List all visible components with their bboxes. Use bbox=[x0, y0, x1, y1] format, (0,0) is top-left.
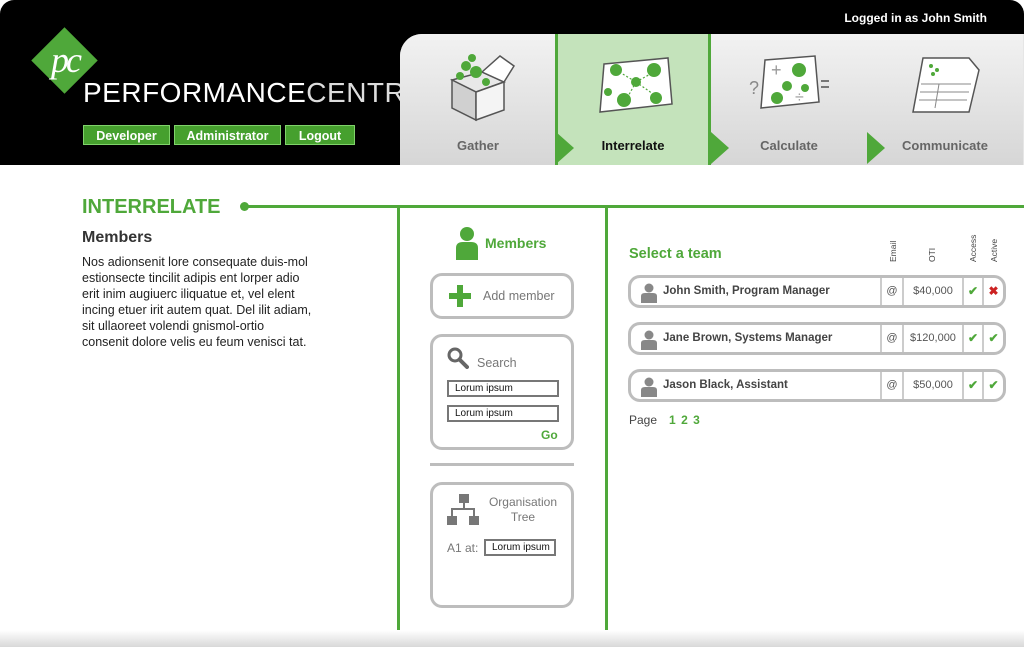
email-cell[interactable]: @ bbox=[880, 325, 902, 352]
org-tree-label: Organisation Tree bbox=[488, 495, 558, 524]
tab-interrelate[interactable]: Interrelate bbox=[555, 34, 711, 165]
tab-gather[interactable]: Gather bbox=[400, 34, 556, 165]
calculate-icon: ? + ÷ bbox=[749, 55, 829, 109]
column-divider bbox=[605, 205, 608, 647]
pagination: Page 1 2 3 bbox=[629, 413, 700, 427]
search-label: Search bbox=[477, 356, 517, 370]
box-icon bbox=[449, 54, 516, 122]
header-rule bbox=[244, 205, 1024, 208]
active-check-icon[interactable]: ✔ bbox=[982, 372, 1003, 399]
network-icon bbox=[599, 57, 673, 113]
member-name: Jane Brown, Systems Manager bbox=[663, 332, 833, 344]
email-cell[interactable]: @ bbox=[880, 372, 902, 399]
org-tree-panel: Organisation Tree A1 at: Lorum ipsum bbox=[430, 482, 574, 608]
access-check-icon[interactable]: ✔ bbox=[962, 372, 982, 399]
access-check-icon[interactable]: ✔ bbox=[962, 278, 982, 305]
tab-label-gather: Gather bbox=[457, 138, 499, 153]
person-icon bbox=[456, 227, 478, 260]
tab-label-communicate: Communicate bbox=[902, 138, 988, 153]
column-header-email: Email bbox=[888, 240, 898, 262]
developer-button[interactable]: Developer bbox=[83, 125, 170, 145]
panel-divider bbox=[430, 463, 574, 466]
administrator-button[interactable]: Administrator bbox=[174, 125, 281, 145]
svg-text:?: ? bbox=[749, 78, 759, 98]
team-row[interactable]: Jason Black, Assistant @ $50,000 ✔ ✔ bbox=[628, 369, 1006, 402]
oti-cell: $120,000 bbox=[902, 325, 962, 352]
column-divider bbox=[397, 205, 400, 647]
team-row[interactable]: Jane Brown, Systems Manager @ $120,000 ✔… bbox=[628, 322, 1006, 355]
rule-dot bbox=[240, 202, 249, 211]
oti-cell: $50,000 bbox=[902, 372, 962, 399]
page-link-1[interactable]: 1 bbox=[669, 413, 676, 427]
logout-button[interactable]: Logout bbox=[285, 125, 355, 145]
access-check-icon[interactable]: ✔ bbox=[962, 325, 982, 352]
column-header-oti: OTI bbox=[927, 247, 937, 262]
person-icon bbox=[641, 283, 657, 303]
person-icon bbox=[641, 330, 657, 350]
pager-label: Page bbox=[629, 413, 658, 427]
tab-arrow-icon bbox=[711, 132, 729, 164]
svg-text:÷: ÷ bbox=[795, 89, 804, 106]
tab-calculate[interactable]: ? + ÷ Calculate bbox=[711, 34, 867, 165]
search-field-1[interactable]: Lorum ipsum bbox=[447, 380, 559, 397]
members-title: Members bbox=[485, 235, 547, 251]
search-icon bbox=[447, 347, 469, 369]
section-title: Members bbox=[82, 229, 153, 246]
person-icon bbox=[641, 377, 657, 397]
select-team-title: Select a team bbox=[629, 246, 722, 262]
section-description: Nos adionsenit lore consequate duis-mol … bbox=[82, 255, 312, 349]
tab-label-interrelate: Interrelate bbox=[601, 138, 665, 153]
column-header-active: Active bbox=[989, 238, 999, 262]
active-cross-icon[interactable]: ✖ bbox=[982, 278, 1003, 305]
page-title: INTERRELATE bbox=[82, 196, 221, 218]
search-field-2[interactable]: Lorum ipsum bbox=[447, 405, 559, 422]
members-heading: Members bbox=[455, 226, 546, 260]
logo-mark: pc bbox=[51, 40, 82, 80]
svg-text:+: + bbox=[771, 60, 782, 80]
oti-cell: $40,000 bbox=[902, 278, 962, 305]
logo-text[interactable]: PERFORMANCECENTRE bbox=[83, 77, 424, 109]
member-name: Jason Black, Assistant bbox=[663, 379, 788, 391]
org-tree-field-label: A1 at: bbox=[447, 541, 479, 555]
active-check-icon[interactable]: ✔ bbox=[982, 325, 1003, 352]
tab-communicate[interactable]: Communicate bbox=[867, 34, 1023, 165]
workflow-tabs: Gather Interrelate ? + ÷ Calculate Commu… bbox=[400, 34, 1024, 165]
tab-arrow-icon bbox=[556, 132, 574, 164]
add-member-label: Add member bbox=[483, 289, 555, 303]
member-name: John Smith, Program Manager bbox=[663, 285, 830, 297]
add-member-button[interactable]: Add member bbox=[430, 273, 574, 319]
logo-text-bold: PERFORMANCE bbox=[83, 77, 307, 108]
email-cell[interactable]: @ bbox=[880, 278, 902, 305]
tab-arrow-icon bbox=[867, 132, 885, 164]
search-panel: Search Lorum ipsum Lorum ipsum Go bbox=[430, 334, 574, 450]
page-link-3[interactable]: 3 bbox=[693, 413, 700, 427]
logged-in-text: Logged in as John Smith bbox=[844, 11, 987, 25]
column-header-access: Access bbox=[968, 234, 978, 262]
header-bar: Logged in as John Smith pc PERFORMANCECE… bbox=[0, 0, 1024, 165]
page-link-2[interactable]: 2 bbox=[681, 413, 688, 427]
document-icon bbox=[912, 57, 980, 113]
plus-icon bbox=[449, 285, 471, 307]
search-go-button[interactable]: Go bbox=[541, 428, 558, 442]
team-row[interactable]: John Smith, Program Manager @ $40,000 ✔ … bbox=[628, 275, 1006, 308]
org-tree-icon bbox=[447, 494, 479, 525]
org-tree-field[interactable]: Lorum ipsum bbox=[484, 539, 556, 556]
bottom-shadow bbox=[0, 630, 1024, 647]
tab-label-calculate: Calculate bbox=[760, 138, 818, 153]
